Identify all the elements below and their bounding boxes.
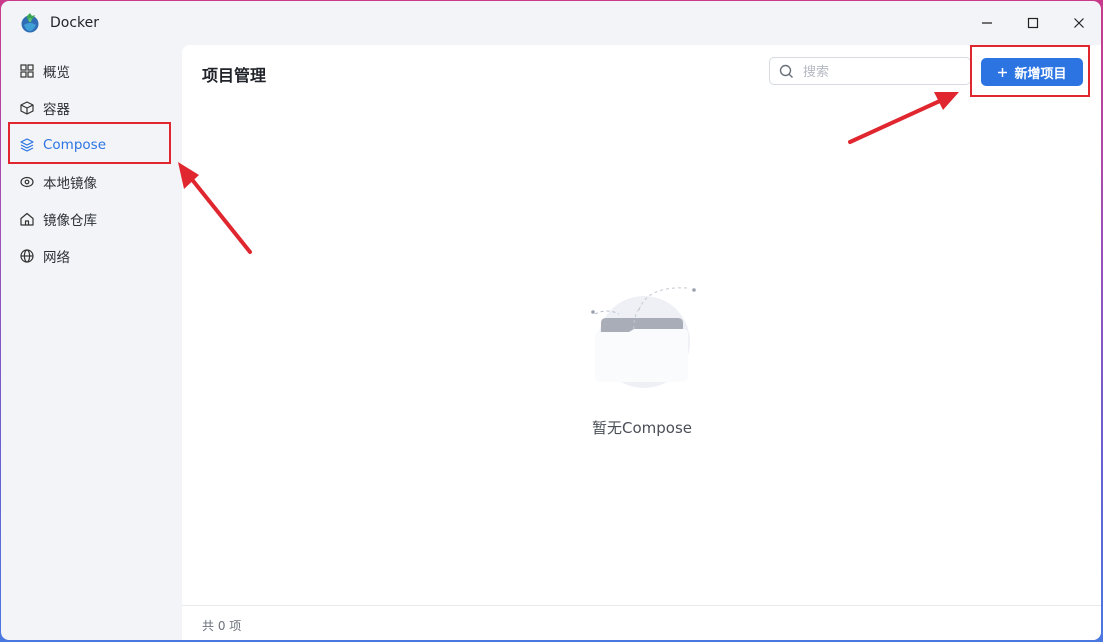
- compose-highlight-box: [8, 122, 171, 164]
- search-icon: [779, 64, 793, 78]
- disk-image-icon: [19, 174, 35, 190]
- globe-icon: [19, 248, 35, 264]
- sidebar-item-containers[interactable]: 容器: [11, 91, 171, 125]
- sidebar-item-label: 概览: [43, 65, 70, 81]
- item-count: 共 0 项: [202, 619, 242, 633]
- empty-state-text: 暂无Compose: [591, 419, 692, 437]
- search-input[interactable]: [801, 62, 965, 82]
- empty-folder-icon: [591, 287, 696, 388]
- minimize-button[interactable]: [972, 9, 1002, 37]
- app-title: Docker: [50, 15, 100, 31]
- search-box[interactable]: [769, 57, 971, 85]
- docker-window: Docker 概览 容器 Compose 本地镜像 镜像仓库 网络 项目管理 搜…: [1, 1, 1101, 640]
- sidebar-item-local-images[interactable]: 本地镜像: [11, 165, 171, 199]
- main-panel: 项目管理 新增项目 暂无Compose 共 0 项: [182, 45, 1101, 640]
- footer: 共 0 项: [182, 605, 1101, 640]
- sidebar-item-network[interactable]: 网络: [11, 239, 171, 273]
- house-icon: [19, 211, 35, 227]
- sidebar-item-label: 本地镜像: [43, 176, 97, 192]
- add-project-highlight-box: [970, 45, 1090, 97]
- dashboard-grid-icon: [19, 63, 35, 79]
- docker-logo-icon: [21, 13, 39, 33]
- title-bar: Docker: [1, 1, 1101, 45]
- sidebar-item-label: 镜像仓库: [43, 213, 97, 229]
- sidebar-item-image-registry[interactable]: 镜像仓库: [11, 202, 171, 236]
- sidebar-item-label: 容器: [43, 102, 70, 118]
- maximize-button[interactable]: [1018, 9, 1048, 37]
- close-button[interactable]: [1064, 9, 1094, 37]
- sidebar-item-overview[interactable]: 概览: [11, 54, 171, 88]
- page-title: 项目管理: [202, 66, 267, 85]
- maximize-icon: [1027, 17, 1039, 29]
- minimize-icon: [982, 22, 992, 24]
- cube-icon: [19, 100, 35, 116]
- close-icon: [1074, 18, 1084, 28]
- sidebar-item-label: 网络: [43, 250, 70, 266]
